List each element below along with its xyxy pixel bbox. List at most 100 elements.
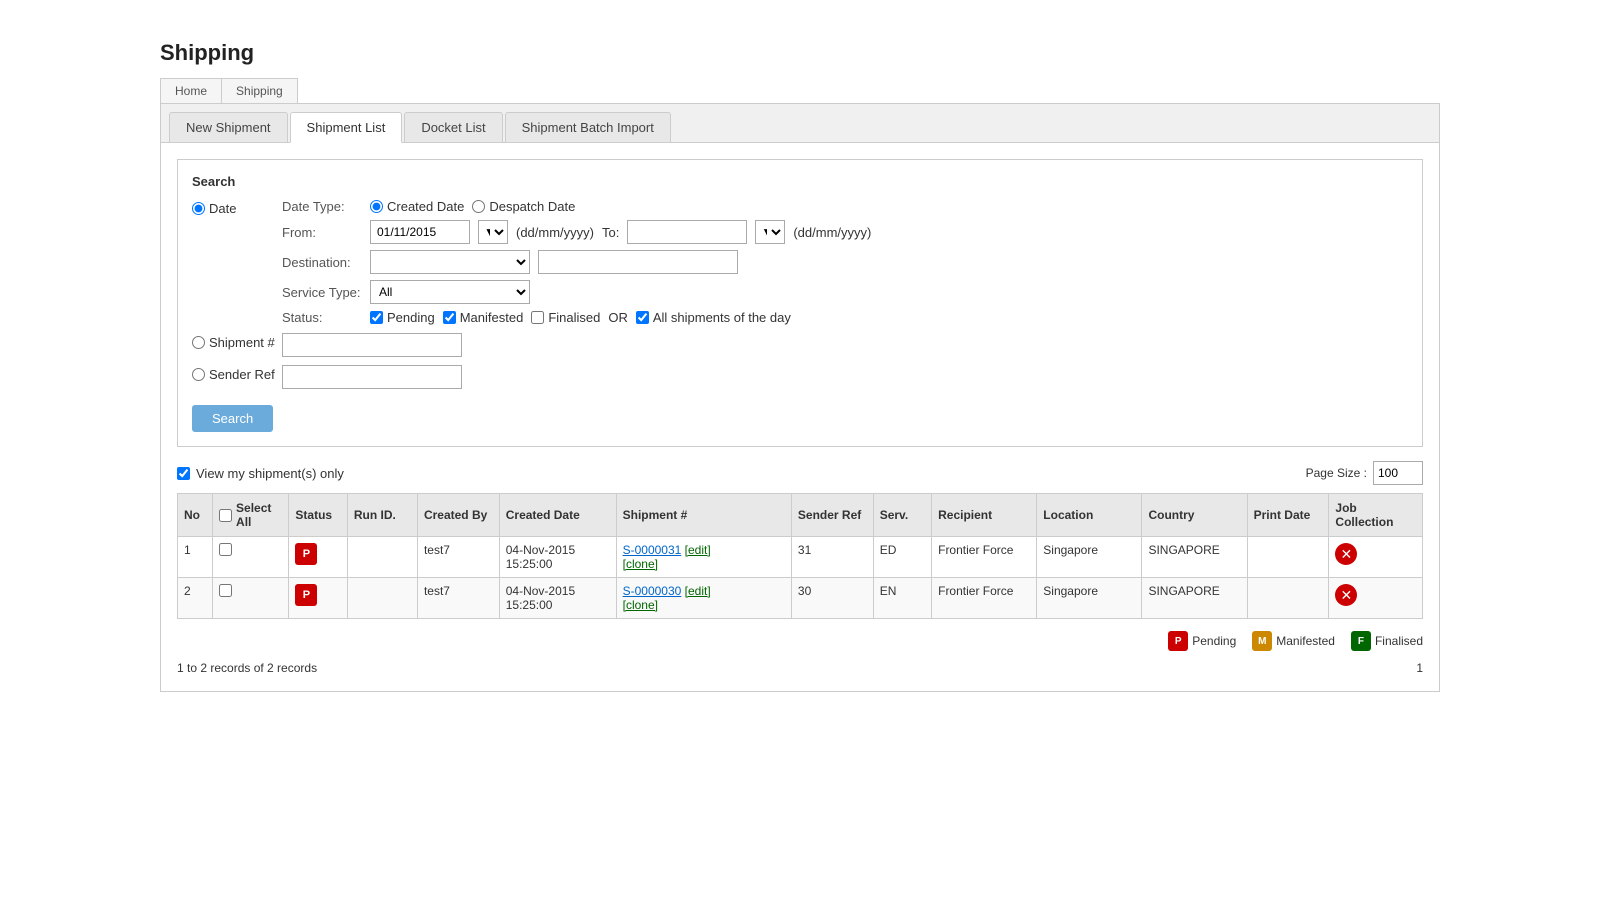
delete-button-0[interactable]: ✕ <box>1335 543 1357 565</box>
shipment-hash-radio[interactable] <box>192 336 205 349</box>
manifested-checkbox-label[interactable]: Manifested <box>443 310 524 325</box>
cell-location: Singapore <box>1037 578 1142 619</box>
sender-ref-radio-label[interactable]: Sender Ref <box>192 367 275 382</box>
sender-ref-row: Sender Ref <box>192 365 1408 389</box>
edit-link-0[interactable]: [edit] <box>685 543 711 557</box>
service-type-select[interactable]: All <box>370 280 530 304</box>
table-row: 2 P test7 04-Nov-2015 15:25:00 S-0000030… <box>178 578 1423 619</box>
created-date-radio[interactable] <box>370 200 383 213</box>
cell-shipment-num: S-0000030 [edit] [clone] <box>616 578 791 619</box>
cell-no: 1 <box>178 537 213 578</box>
cell-created-date: 04-Nov-2015 15:25:00 <box>499 578 616 619</box>
th-created-by: Created By <box>417 494 499 537</box>
status-badge-1: P <box>295 584 317 606</box>
shipment-hash-radio-label[interactable]: Shipment # <box>192 335 275 350</box>
from-label: From: <box>282 225 362 240</box>
th-no: No <box>178 494 213 537</box>
clone-link-0[interactable]: [clone] <box>623 557 658 571</box>
manifested-checkbox[interactable] <box>443 311 456 324</box>
legend-manifested: M Manifested <box>1252 631 1335 651</box>
row-checkbox-1[interactable] <box>219 584 232 597</box>
shipment-hash-input[interactable] <box>282 333 462 357</box>
th-country: Country <box>1142 494 1247 537</box>
cell-checkbox[interactable] <box>213 578 289 619</box>
legend-finalised: F Finalised <box>1351 631 1423 651</box>
cell-run-id <box>347 578 417 619</box>
date-type-row: Date Type: Created Date Despatch Date <box>282 199 1408 214</box>
shipment-link-0[interactable]: S-0000031 <box>623 543 682 557</box>
cell-job-collection: ✕ <box>1329 578 1423 619</box>
sender-ref-input[interactable] <box>282 365 462 389</box>
all-shipments-day-checkbox[interactable] <box>636 311 649 324</box>
th-select-all[interactable]: Select All <box>213 494 289 537</box>
tab-docket-list[interactable]: Docket List <box>404 112 502 142</box>
search-box: Search Date Date Type: <box>177 159 1423 447</box>
row-checkbox-0[interactable] <box>219 543 232 556</box>
breadcrumb: Home Shipping <box>160 78 298 103</box>
date-radio[interactable] <box>192 202 205 215</box>
edit-link-1[interactable]: [edit] <box>685 584 711 598</box>
legend: P Pending M Manifested F Finalised <box>177 631 1423 651</box>
despatch-date-radio-label[interactable]: Despatch Date <box>472 199 575 214</box>
finalised-checkbox-label[interactable]: Finalised <box>531 310 600 325</box>
destination-input[interactable] <box>538 250 738 274</box>
destination-label: Destination: <box>282 255 362 270</box>
legend-pending: P Pending <box>1168 631 1236 651</box>
date-fields: Date Type: Created Date Despatch Date <box>282 199 1408 325</box>
to-date-input[interactable] <box>627 220 747 244</box>
view-my-shipments-label[interactable]: View my shipment(s) only <box>177 466 344 481</box>
records-count: 1 to 2 records of 2 records <box>177 661 317 675</box>
from-format-select[interactable]: ▼ <box>478 220 508 244</box>
pending-checkbox[interactable] <box>370 311 383 324</box>
tab-bar: New Shipment Shipment List Docket List S… <box>161 104 1439 143</box>
page-title: Shipping <box>160 40 1440 66</box>
th-status: Status <box>289 494 347 537</box>
cell-created-by: test7 <box>417 578 499 619</box>
to-format-select[interactable]: ▼ <box>755 220 785 244</box>
th-print-date: Print Date <box>1247 494 1329 537</box>
search-title: Search <box>192 174 1408 189</box>
page-number: 1 <box>1416 661 1423 675</box>
despatch-date-radio[interactable] <box>472 200 485 213</box>
cell-created-by: test7 <box>417 537 499 578</box>
sender-ref-radio[interactable] <box>192 368 205 381</box>
cell-country: SINGAPORE <box>1142 537 1247 578</box>
view-options: View my shipment(s) only Page Size : <box>177 461 1423 485</box>
date-radio-label[interactable]: Date <box>192 201 236 216</box>
cell-no: 2 <box>178 578 213 619</box>
all-shipments-day-label[interactable]: All shipments of the day <box>636 310 791 325</box>
th-serv: Serv. <box>873 494 931 537</box>
created-date-radio-label[interactable]: Created Date <box>370 199 464 214</box>
th-run-id: Run ID. <box>347 494 417 537</box>
records-info: 1 to 2 records of 2 records 1 <box>177 661 1423 675</box>
search-button[interactable]: Search <box>192 405 273 432</box>
service-type-label: Service Type: <box>282 285 362 300</box>
pending-checkbox-label[interactable]: Pending <box>370 310 435 325</box>
tab-shipment-list[interactable]: Shipment List <box>290 112 403 143</box>
breadcrumb-home[interactable]: Home <box>161 79 222 103</box>
cell-location: Singapore <box>1037 537 1142 578</box>
content-area: Search Date Date Type: <box>161 143 1439 691</box>
destination-select[interactable] <box>370 250 530 274</box>
cell-recipient: Frontier Force <box>932 537 1037 578</box>
cell-print-date <box>1247 578 1329 619</box>
from-date-input[interactable] <box>370 220 470 244</box>
view-my-shipments-checkbox[interactable] <box>177 467 190 480</box>
table-row: 1 P test7 04-Nov-2015 15:25:00 S-0000031… <box>178 537 1423 578</box>
tab-new-shipment[interactable]: New Shipment <box>169 112 288 142</box>
tab-shipment-batch-import[interactable]: Shipment Batch Import <box>505 112 671 142</box>
cell-sender-ref: 30 <box>791 578 873 619</box>
select-all-checkbox[interactable] <box>219 509 232 522</box>
service-type-row: Service Type: All <box>282 280 1408 304</box>
date-range-row: From: ▼ (dd/mm/yyyy) To: ▼ (dd/mm/yy <box>282 220 1408 244</box>
breadcrumb-shipping[interactable]: Shipping <box>222 79 297 103</box>
status-row: Status: Pending Manifested <box>282 310 1408 325</box>
page-size-input[interactable] <box>1373 461 1423 485</box>
cell-print-date <box>1247 537 1329 578</box>
finalised-checkbox[interactable] <box>531 311 544 324</box>
delete-button-1[interactable]: ✕ <box>1335 584 1357 606</box>
clone-link-1[interactable]: [clone] <box>623 598 658 612</box>
cell-checkbox[interactable] <box>213 537 289 578</box>
th-location: Location <box>1037 494 1142 537</box>
shipment-link-1[interactable]: S-0000030 <box>623 584 682 598</box>
